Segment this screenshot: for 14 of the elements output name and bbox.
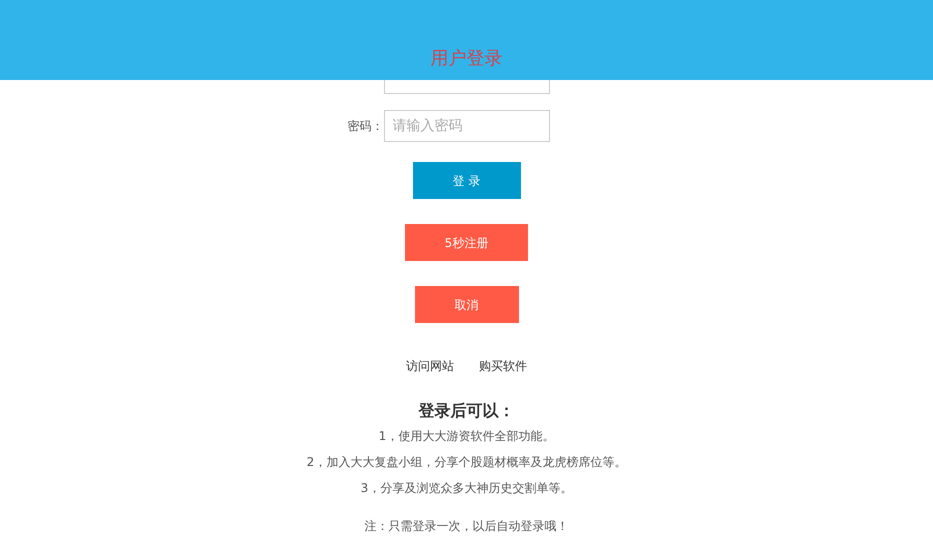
page-title: 用户登录 [430, 47, 502, 71]
input-field[interactable] [384, 80, 550, 94]
note-text: 注：只需登录一次，以后自动登录哦！ [364, 518, 568, 535]
link[interactable]: 访问网站 [406, 357, 454, 375]
benefit-text: 2，加入大大复盘小组，分享个股题材概率及龙虎榜席位等。 [306, 454, 626, 471]
button[interactable]: 5秒注册 [405, 224, 528, 261]
input-field[interactable]: 请输入密码 [384, 110, 550, 142]
button[interactable]: 登 录 [412, 162, 520, 199]
field-label: 密码： [348, 118, 384, 135]
benefit-text: 3，分享及浏览众多大神历史交割单等。 [360, 480, 572, 497]
benefit-text: 1，使用大大游资软件全部功能。 [378, 428, 554, 445]
button[interactable]: 取消 [414, 286, 518, 323]
section-heading: 登录后可以： [418, 400, 514, 422]
link[interactable]: 购买软件 [479, 357, 527, 375]
